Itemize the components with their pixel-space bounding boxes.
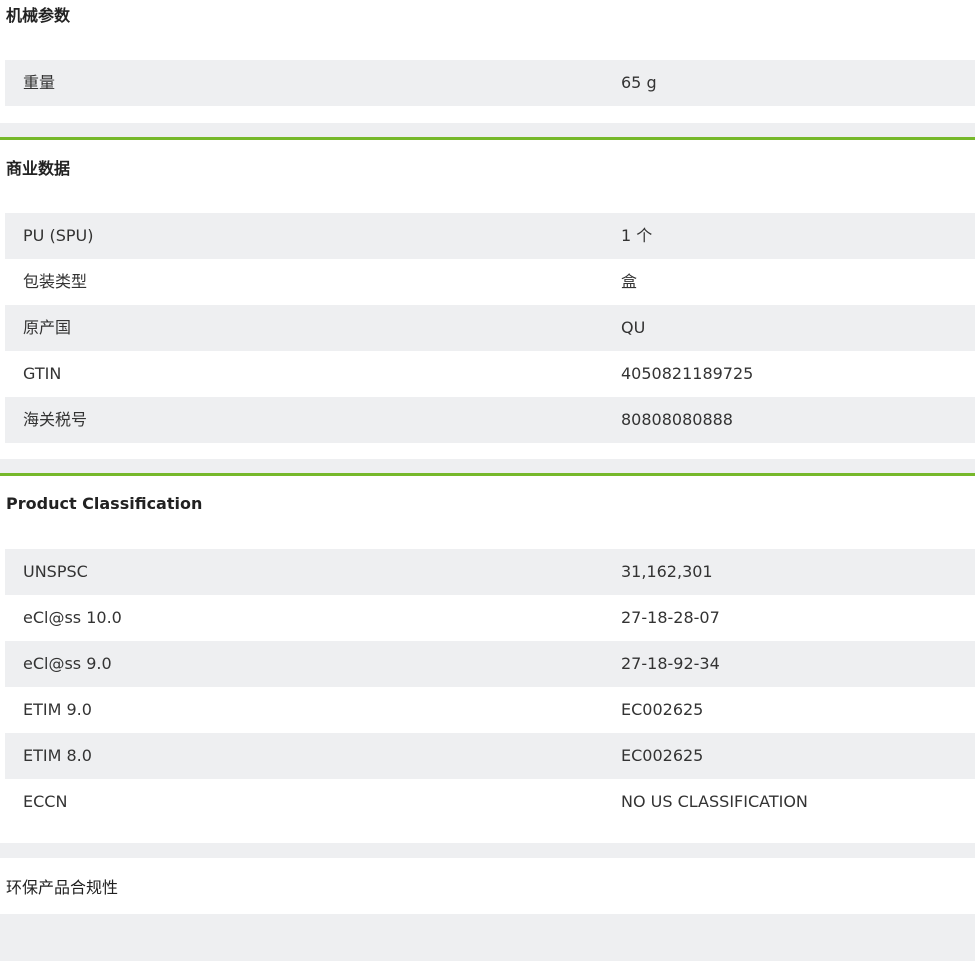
- section-divider: [0, 137, 975, 140]
- row-value: 80808080888: [621, 410, 733, 429]
- table-row: PU (SPU) 1 个: [5, 213, 975, 259]
- section-footer-band: [0, 459, 975, 473]
- table-row: eCl@ss 10.0 27-18-28-07: [5, 595, 975, 641]
- table-row: 海关税号 80808080888: [5, 397, 975, 443]
- row-label: 重量: [23, 73, 56, 92]
- row-value: EC002625: [621, 700, 704, 719]
- row-value: QU: [621, 318, 646, 337]
- section-divider: [0, 473, 975, 476]
- table-row: UNSPSC 31,162,301: [5, 549, 975, 595]
- row-value: NO US CLASSIFICATION: [621, 792, 808, 811]
- row-label: UNSPSC: [23, 562, 88, 581]
- section-footer-band: [0, 843, 975, 858]
- table-row: ECCN NO US CLASSIFICATION: [5, 779, 975, 825]
- row-label: 原产国: [23, 318, 72, 337]
- table-row: GTIN 4050821189725: [5, 351, 975, 397]
- row-value: 1 个: [621, 226, 653, 245]
- row-label: ETIM 8.0: [23, 746, 92, 765]
- row-label: eCl@ss 10.0: [23, 608, 122, 627]
- section-title-environmental[interactable]: 环保产品合规性: [6, 878, 118, 898]
- mechanical-table: 重量 65 g: [5, 60, 975, 106]
- row-label: 包装类型: [23, 272, 88, 291]
- row-label: PU (SPU): [23, 226, 94, 245]
- commercial-table: PU (SPU) 1 个 包装类型 盒 原产国 QU GTIN 40508211…: [5, 213, 975, 443]
- section-title-commercial: 商业数据: [6, 159, 71, 178]
- table-row: 重量 65 g: [5, 60, 975, 106]
- row-value: EC002625: [621, 746, 704, 765]
- classification-table: UNSPSC 31,162,301 eCl@ss 10.0 27-18-28-0…: [5, 549, 975, 825]
- row-value: 27-18-92-34: [621, 654, 720, 673]
- table-row: ETIM 8.0 EC002625: [5, 733, 975, 779]
- table-row: eCl@ss 9.0 27-18-92-34: [5, 641, 975, 687]
- section-content-band: [0, 914, 975, 961]
- section-title-classification: Product Classification: [6, 494, 203, 513]
- section-footer-band: [0, 123, 975, 137]
- row-label: GTIN: [23, 364, 62, 383]
- table-row: 原产国 QU: [5, 305, 975, 351]
- row-value: 65 g: [621, 73, 657, 92]
- row-value: 27-18-28-07: [621, 608, 720, 627]
- row-label: ECCN: [23, 792, 68, 811]
- row-value: 31,162,301: [621, 562, 713, 581]
- row-label: 海关税号: [23, 410, 88, 429]
- row-value: 4050821189725: [621, 364, 754, 383]
- row-label: eCl@ss 9.0: [23, 654, 112, 673]
- section-title-mechanical: 机械参数: [6, 6, 71, 25]
- table-row: ETIM 9.0 EC002625: [5, 687, 975, 733]
- row-value: 盒: [621, 272, 638, 291]
- row-label: ETIM 9.0: [23, 700, 92, 719]
- table-row: 包装类型 盒: [5, 259, 975, 305]
